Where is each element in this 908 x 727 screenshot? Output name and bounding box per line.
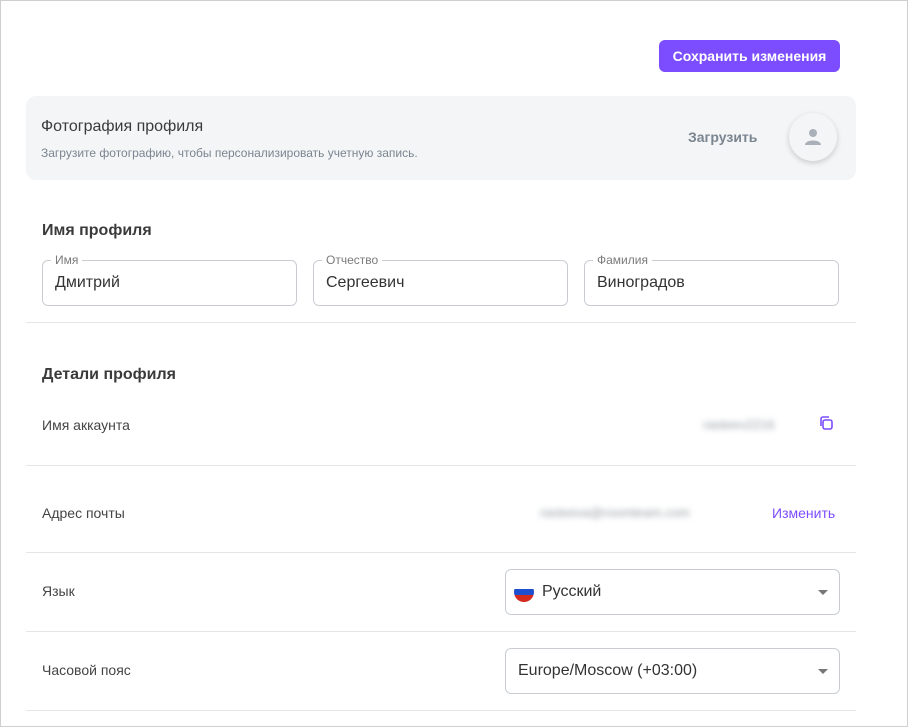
divider — [26, 465, 856, 466]
divider — [26, 322, 856, 323]
language-value: Русский — [542, 583, 602, 600]
first-name-label: Имя — [51, 253, 83, 267]
profile-photo-card: Фотография профиля Загрузите фотографию,… — [26, 96, 856, 180]
timezone-value: Europe/Moscow (+03:00) — [518, 662, 698, 679]
upload-photo-button[interactable]: Загрузить — [688, 129, 757, 145]
profile-photo-title: Фотография профиля — [41, 118, 204, 135]
email-value: rasteeva@roomteam.com — [540, 505, 690, 520]
timezone-select[interactable]: Europe/Moscow (+03:00) — [505, 648, 840, 694]
language-label: Язык — [42, 583, 75, 599]
avatar[interactable] — [789, 113, 837, 161]
user-icon — [805, 129, 821, 145]
divider — [26, 710, 856, 711]
account-name-label: Имя аккаунта — [42, 417, 130, 433]
divider — [26, 631, 856, 632]
email-label: Адрес почты — [42, 505, 125, 521]
first-name-field[interactable]: Имя Дмитрий — [42, 253, 297, 306]
profile-details-title: Детали профиля — [42, 366, 177, 383]
chevron-down-icon — [818, 590, 828, 595]
profile-name-title: Имя профиля — [42, 222, 152, 239]
copy-icon[interactable] — [818, 415, 834, 431]
chevron-down-icon — [818, 669, 828, 674]
change-email-link[interactable]: Изменить — [772, 505, 835, 521]
first-name-value[interactable]: Дмитрий — [55, 274, 120, 292]
russia-flag-icon — [514, 582, 534, 602]
profile-photo-subtitle: Загрузите фотографию, чтобы персонализир… — [41, 146, 418, 160]
middle-name-label: Отчество — [322, 253, 383, 267]
language-select[interactable]: Русский — [505, 569, 840, 615]
divider — [26, 552, 856, 553]
middle-name-value[interactable]: Сергеевич — [326, 274, 404, 292]
account-name-value: rasteev2216 — [703, 417, 775, 432]
last-name-label: Фамилия — [593, 253, 652, 267]
save-changes-button[interactable]: Сохранить изменения — [659, 40, 840, 72]
timezone-label: Часовой пояс — [42, 662, 131, 678]
last-name-field[interactable]: Фамилия Виноградов — [584, 253, 839, 306]
middle-name-field[interactable]: Отчество Сергеевич — [313, 253, 568, 306]
last-name-value[interactable]: Виноградов — [597, 274, 685, 292]
